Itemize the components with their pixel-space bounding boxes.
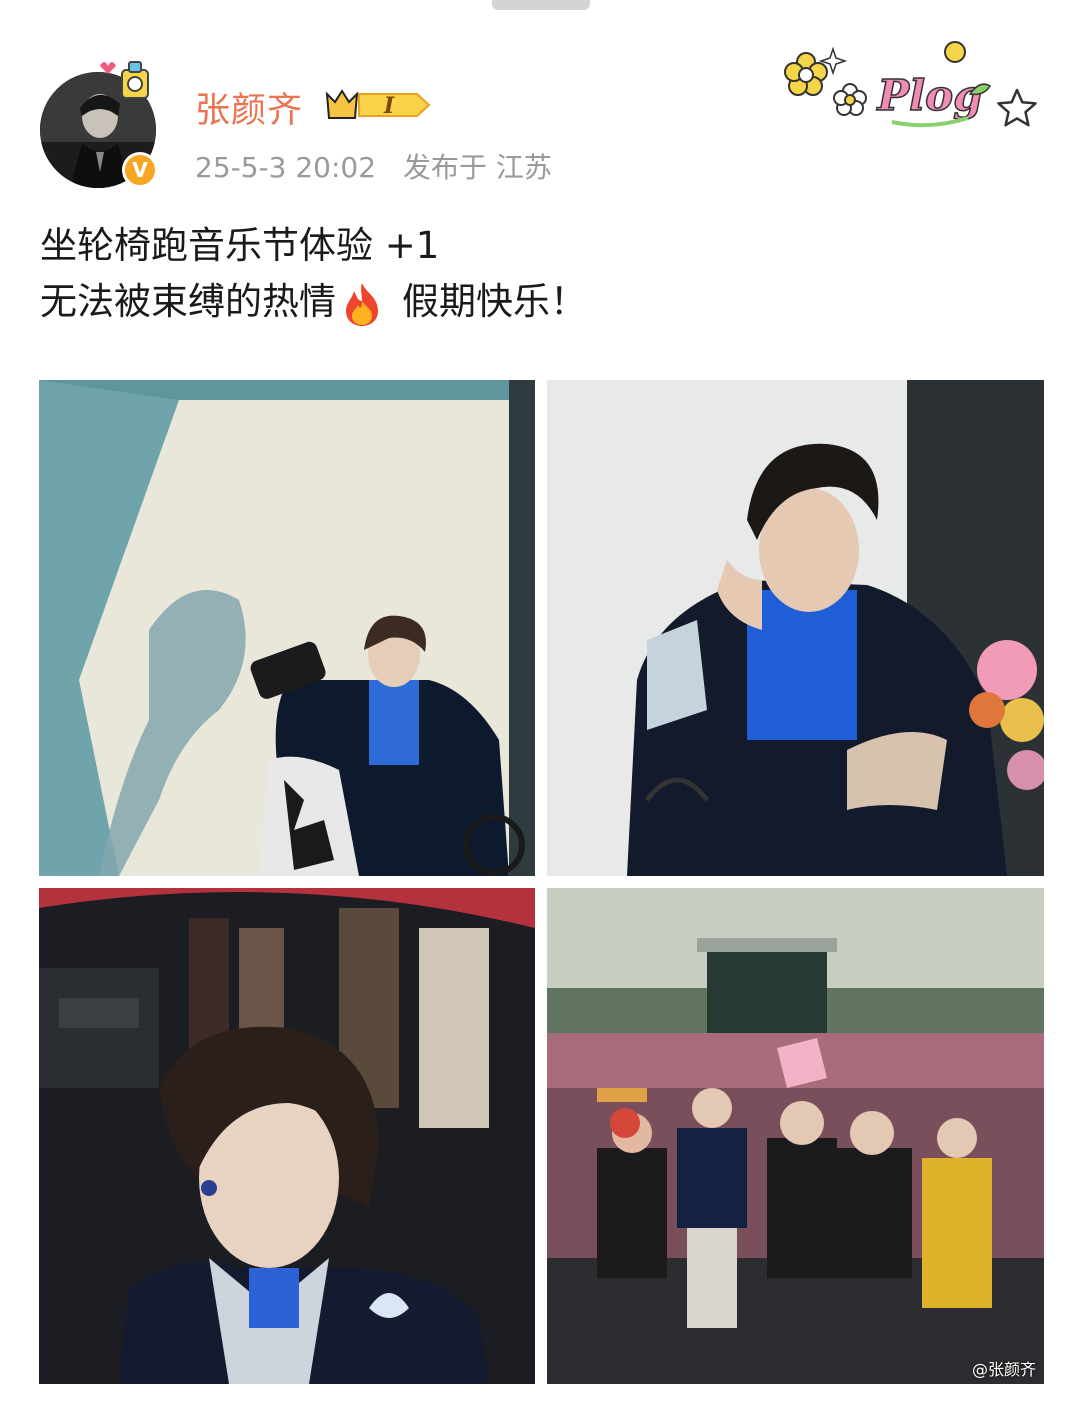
post-meta: 25-5-3 20:02 发布于 江苏 (195, 146, 570, 186)
plog-text: Plog (877, 71, 983, 120)
photo-watermark: @张颜齐 (971, 1360, 1036, 1379)
plog-sticker[interactable]: Plog (780, 38, 995, 133)
content-line-2-text: 无法被束缚的热情 (40, 280, 336, 323)
content-line-2: 无法被束缚的热情 假期快乐！ (40, 274, 587, 330)
verified-badge: V (122, 152, 158, 188)
post-content: 坐轮椅跑音乐节体验 +1 无法被束缚的热情 假期快乐！ (40, 218, 587, 330)
post-location: 发布于 江苏 (402, 151, 552, 184)
sheet-grabber[interactable] (492, 0, 590, 10)
fire-icon (346, 282, 378, 326)
photo-crowd[interactable]: @张颜齐 (547, 888, 1044, 1384)
vip-level-badge[interactable]: I (325, 86, 431, 124)
avatar-pendant-icon (100, 61, 149, 99)
photo-flowers[interactable] (547, 380, 1044, 876)
photo-backstage[interactable] (39, 888, 535, 1384)
photo-wall-shadow[interactable] (39, 380, 535, 876)
vip-level-text: I (383, 93, 395, 119)
content-line-2-holiday: 假期快乐！ (402, 280, 587, 323)
post-date: 25-5-3 20:02 (195, 151, 377, 184)
content-line-1: 坐轮椅跑音乐节体验 +1 (40, 224, 440, 267)
author-name[interactable]: 张颜齐 (195, 82, 303, 133)
favorite-star-icon[interactable] (995, 86, 1039, 130)
